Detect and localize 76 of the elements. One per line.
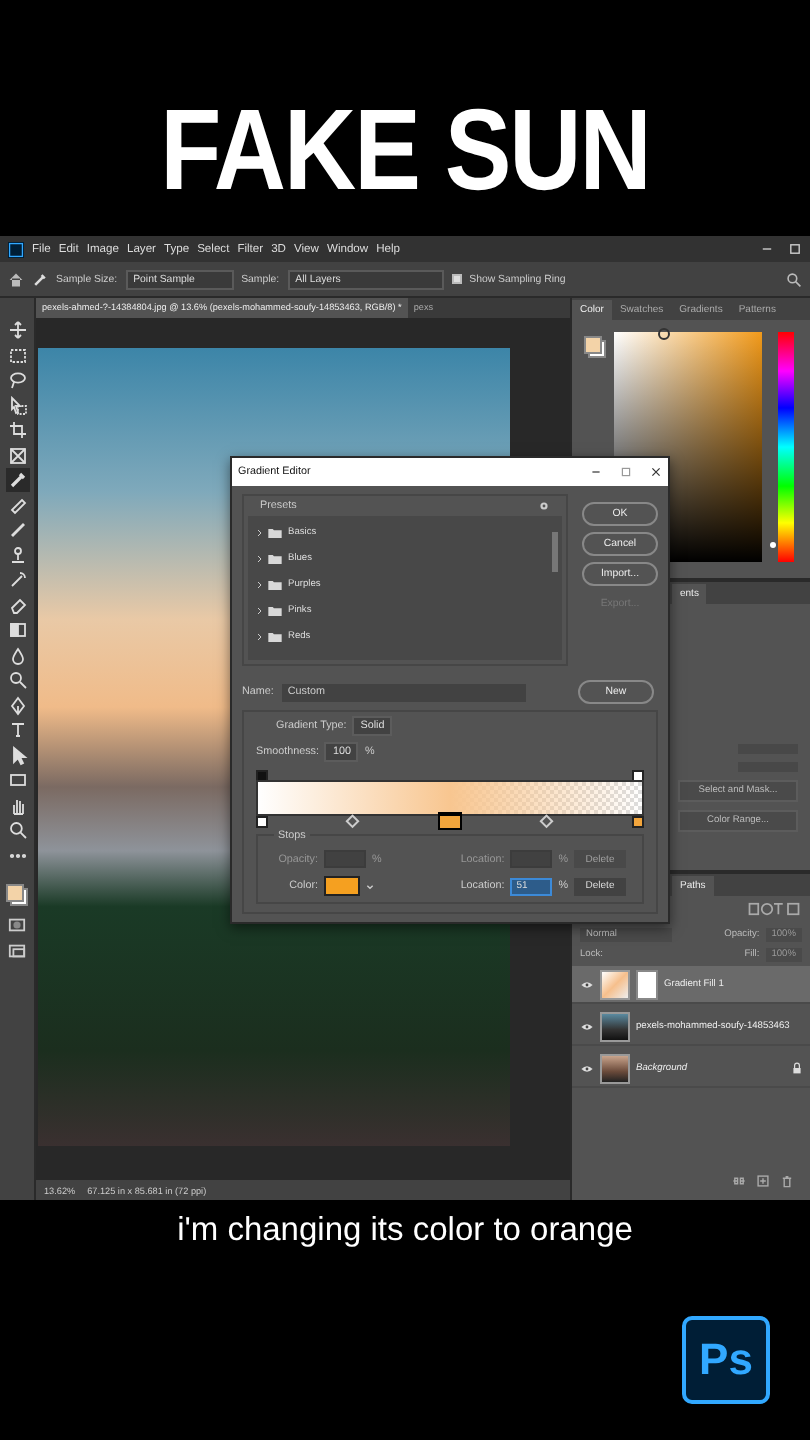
hue-slider-thumb[interactable] xyxy=(770,542,776,549)
stamp-icon xyxy=(7,545,27,565)
gradient-icon xyxy=(7,620,27,640)
checkbox[interactable] xyxy=(451,274,462,284)
midpoint-marker[interactable] xyxy=(540,814,554,828)
layer-thumbnail xyxy=(600,1053,630,1083)
app-logo: Ps xyxy=(682,1316,770,1404)
move-tool-button[interactable] xyxy=(5,318,29,342)
pen-icon xyxy=(7,695,27,715)
object-select-icon xyxy=(7,395,27,415)
zoom-tool-button[interactable] xyxy=(5,818,29,842)
scrollbar[interactable] xyxy=(552,532,558,572)
eyedropper-icon xyxy=(7,470,27,490)
trash-icon[interactable] xyxy=(780,1174,794,1188)
gradient-tool-button[interactable] xyxy=(5,618,29,642)
quick-mask-icon[interactable] xyxy=(8,916,26,934)
folder-icon xyxy=(268,528,282,538)
eyedropper-icon[interactable] xyxy=(32,271,48,287)
maximize-icon[interactable] xyxy=(788,242,802,256)
healing-icon xyxy=(7,495,27,515)
headline: FAKE SUN xyxy=(160,97,650,203)
eye-icon[interactable] xyxy=(580,1063,594,1073)
folder-icon xyxy=(268,606,282,616)
eye-icon[interactable] xyxy=(580,1021,594,1031)
midpoint-marker[interactable] xyxy=(346,814,360,828)
eye-icon[interactable] xyxy=(580,979,594,989)
add-layer-icon[interactable] xyxy=(756,1174,770,1188)
crop-icon xyxy=(7,420,27,440)
marquee-tool-button[interactable] xyxy=(5,343,29,367)
crop-tool-button[interactable] xyxy=(5,418,29,442)
color-stop[interactable] xyxy=(438,813,462,829)
folder-icon xyxy=(268,580,282,590)
minimize-icon[interactable] xyxy=(590,466,602,478)
blur-icon xyxy=(7,645,27,665)
move-icon xyxy=(7,320,27,340)
rectangle-tool-button[interactable] xyxy=(5,768,29,792)
home-icon[interactable] xyxy=(8,271,24,287)
eraser-tool-button[interactable] xyxy=(5,593,29,617)
history-brush-icon xyxy=(7,570,27,590)
hand-icon xyxy=(7,795,27,815)
screen-mode-icon[interactable] xyxy=(8,942,26,960)
marquee-icon xyxy=(7,345,27,365)
layer-thumbnail xyxy=(600,1011,630,1041)
caret-icon[interactable] xyxy=(366,883,374,889)
zoom-icon xyxy=(7,820,27,840)
object-select-tool-button[interactable] xyxy=(5,393,29,417)
search-icon[interactable] xyxy=(786,271,802,287)
filter-icons[interactable] xyxy=(746,902,802,916)
gradient-preview-bar[interactable] xyxy=(256,780,644,816)
opacity-stop[interactable] xyxy=(632,769,644,781)
type-icon xyxy=(7,720,27,740)
minimize-icon[interactable] xyxy=(760,242,774,256)
layer-mask-thumbnail xyxy=(636,969,658,999)
rectangle-icon xyxy=(7,770,27,790)
settings-icon[interactable] xyxy=(538,500,550,512)
frame-icon xyxy=(7,445,27,465)
close-icon[interactable] xyxy=(650,466,662,478)
pen-tool-button[interactable] xyxy=(5,693,29,717)
color-swatches-icon[interactable] xyxy=(6,884,28,906)
lock-icon xyxy=(792,1062,802,1074)
caption: i'm changing its color to orange xyxy=(177,1212,633,1250)
frame-tool-button[interactable] xyxy=(5,443,29,467)
eraser-icon xyxy=(7,595,27,615)
eyedropper-tool-button[interactable] xyxy=(5,468,29,492)
folder-icon xyxy=(268,632,282,642)
link-icon[interactable] xyxy=(732,1174,746,1188)
path-select-icon xyxy=(7,745,27,765)
color-swatches-icon[interactable] xyxy=(584,336,606,358)
app-icon xyxy=(8,241,24,257)
color-swatch[interactable] xyxy=(324,876,360,896)
lasso-icon xyxy=(7,370,27,390)
healing-tool-button[interactable] xyxy=(5,493,29,517)
layer-thumbnail xyxy=(600,969,630,999)
lasso-tool-button[interactable] xyxy=(5,368,29,392)
folder-icon xyxy=(268,554,282,564)
brush-icon xyxy=(7,520,27,540)
